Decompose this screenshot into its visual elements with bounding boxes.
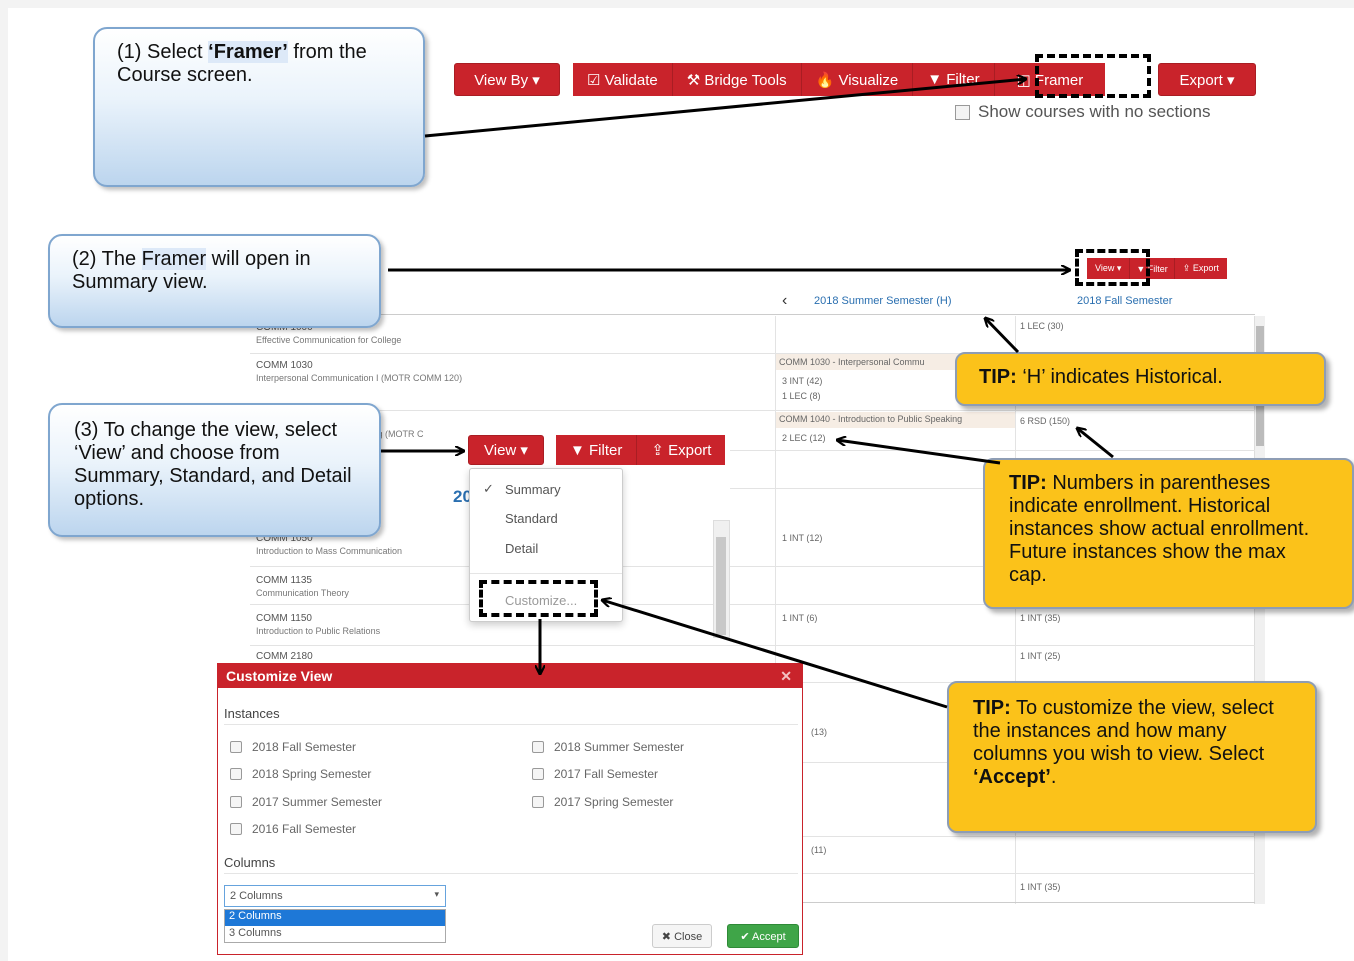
arrow-enrollment-fall — [1077, 428, 1114, 459]
arrow-customize-tip — [602, 600, 948, 709]
annotation-arrows — [381, 0, 1114, 709]
arrow-enrollment-summer — [837, 440, 1001, 465]
arrow-historical — [985, 318, 1020, 354]
arrow-step-1 — [424, 79, 1026, 138]
